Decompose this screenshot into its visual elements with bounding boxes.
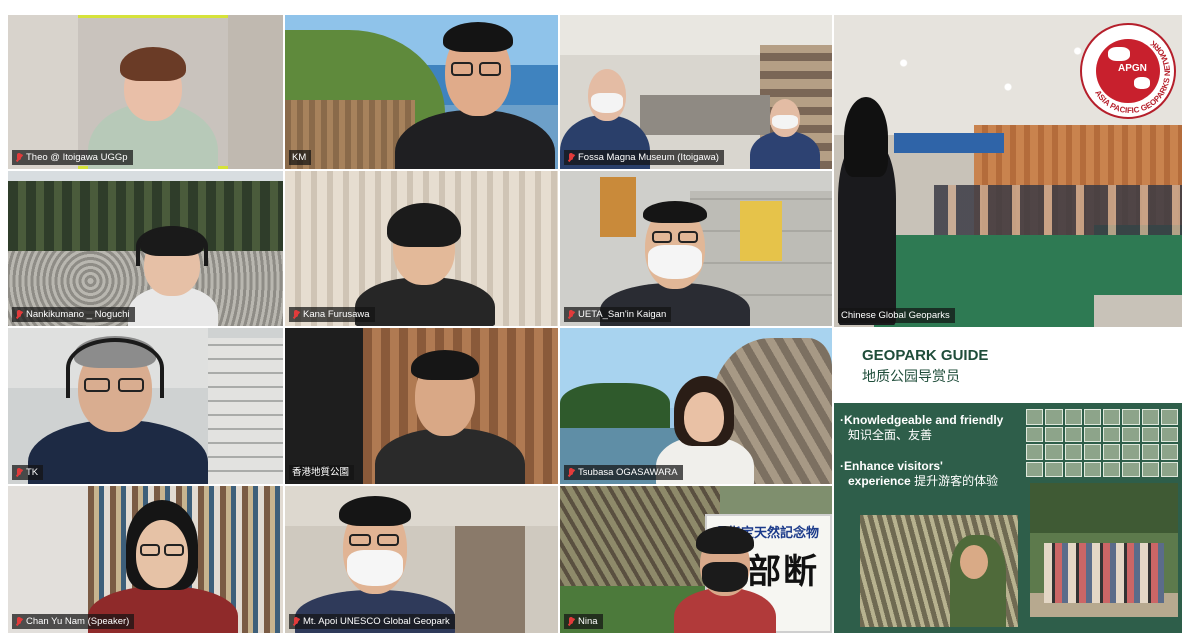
participant-name: 香港地質公園	[292, 467, 350, 478]
participant-video	[834, 95, 904, 327]
participant-video	[365, 348, 535, 484]
participant-name: TK	[26, 467, 39, 478]
shelf-backdrop	[208, 338, 283, 484]
participant-name-label: Chan Yu Nam (Speaker)	[12, 614, 135, 629]
mic-off-icon	[15, 616, 23, 627]
participant-video	[28, 334, 208, 484]
video-tile-tsubasa-ogasawara[interactable]: Tsubasa OGASAWARA	[560, 328, 832, 484]
video-tile-nankikumano[interactable]: Nankikumano _ Noguchi	[8, 171, 283, 326]
conference-table	[1094, 225, 1182, 295]
participant-name: Kana Furusawa	[303, 309, 370, 320]
slide-bullet: ·Enhance visitors' experience 提升游客的体验	[840, 459, 999, 488]
participant-video	[88, 496, 238, 633]
participant-name-label: Tsubasa OGASAWARA	[564, 465, 683, 480]
window-backdrop	[8, 15, 78, 169]
participant-video	[395, 20, 555, 169]
participant-name-label: Theo @ Itoigawa UGGp	[12, 150, 133, 165]
mic-off-icon	[292, 616, 300, 627]
video-tile-km[interactable]: KM	[285, 15, 558, 169]
video-tile-hong-kong-geopark[interactable]: 香港地質公園	[285, 328, 558, 484]
shared-screen-slide[interactable]: GEOPARK GUIDE 地质公园导赏员 ·Knowledgeable and…	[834, 329, 1182, 633]
banner-backdrop	[894, 133, 1004, 153]
participant-video	[750, 95, 820, 169]
participant-video	[295, 494, 455, 633]
mic-off-icon	[292, 309, 300, 320]
participant-video	[78, 33, 228, 169]
slide-content-panel: ·Knowledgeable and friendly 知识全面、友善 ·Enha…	[834, 403, 1182, 633]
wall-backdrop	[8, 486, 88, 633]
slide-bullet: ·Knowledgeable and friendly 知识全面、友善	[840, 413, 1004, 442]
black-panel-backdrop	[285, 328, 363, 484]
participant-name-label: KM	[289, 150, 312, 165]
participant-name: Fossa Magna Museum (Itoigawa)	[578, 152, 719, 163]
mic-off-icon	[15, 309, 23, 320]
participant-name: Tsubasa OGASAWARA	[578, 467, 678, 478]
participant-name: Chan Yu Nam (Speaker)	[26, 616, 130, 627]
video-tile-chinese-global-geoparks[interactable]: APGN ASIA PACIFIC GEOPARKS NETWORK Chine…	[834, 15, 1182, 327]
video-tile-chan-yu-nam[interactable]: Chan Yu Nam (Speaker)	[8, 486, 283, 633]
slide-title: GEOPARK GUIDE	[862, 347, 989, 364]
video-tile-mt-apoi[interactable]: Mt. Apoi UNESCO Global Geopark	[285, 486, 558, 633]
participant-name-label: Fossa Magna Museum (Itoigawa)	[564, 150, 724, 165]
participant-video	[355, 199, 495, 326]
participant-name-label: Nankikumano _ Noguchi	[12, 307, 135, 322]
guide-tree-photo	[860, 515, 1018, 627]
participant-name: Theo @ Itoigawa UGGp	[26, 152, 128, 163]
participant-name: Nankikumano _ Noguchi	[26, 309, 130, 320]
wall-backdrop	[228, 15, 283, 169]
participant-name: Nina	[578, 616, 598, 627]
participant-name: UETA_San'in Kaigan	[578, 309, 667, 320]
mic-off-icon	[15, 467, 23, 478]
participant-name-label: 香港地質公園	[289, 465, 355, 480]
video-tile-nina[interactable]: 県指定天然記念物 丹部断層 Nina	[560, 486, 832, 633]
participant-name: Chinese Global Geoparks	[841, 310, 950, 321]
participant-name: Mt. Apoi UNESCO Global Geopark	[303, 616, 450, 627]
participant-name-label: Chinese Global Geoparks	[838, 308, 955, 323]
slide-subtitle: 地质公园导赏员	[862, 368, 960, 384]
mic-off-icon	[567, 152, 575, 163]
door-backdrop	[455, 526, 525, 633]
participant-name: KM	[292, 152, 307, 163]
logo-ring: ASIA PACIFIC GEOPARKS NETWORK	[1093, 39, 1172, 116]
video-tile-theo[interactable]: Theo @ Itoigawa UGGp	[8, 15, 283, 169]
audience-backdrop	[934, 185, 1182, 235]
video-tile-kana-furusawa[interactable]: Kana Furusawa	[285, 171, 558, 326]
mic-off-icon	[567, 309, 575, 320]
participant-video	[670, 522, 780, 633]
participant-name-label: UETA_San'in Kaigan	[564, 307, 672, 322]
video-tile-fossa-magna[interactable]: Fossa Magna Museum (Itoigawa)	[560, 15, 832, 169]
guide-group-photo	[1030, 483, 1178, 617]
participant-name-label: Kana Furusawa	[289, 307, 375, 322]
mic-off-icon	[15, 152, 23, 163]
mic-off-icon	[567, 467, 575, 478]
apgn-logo-icon: APGN ASIA PACIFIC GEOPARKS NETWORK	[1080, 23, 1176, 119]
mic-off-icon	[567, 616, 575, 627]
participant-name-label: Mt. Apoi UNESCO Global Geopark	[289, 614, 455, 629]
participant-name-label: TK	[12, 465, 44, 480]
svg-text:ASIA PACIFIC GEOPARKS NETWORK: ASIA PACIFIC GEOPARKS NETWORK	[1093, 39, 1172, 116]
guide-photo-grid	[1026, 409, 1178, 477]
video-tile-tk[interactable]: TK	[8, 328, 283, 484]
participant-name-label: Nina	[564, 614, 603, 629]
video-tile-ueta[interactable]: UETA_San'in Kaigan	[560, 171, 832, 326]
